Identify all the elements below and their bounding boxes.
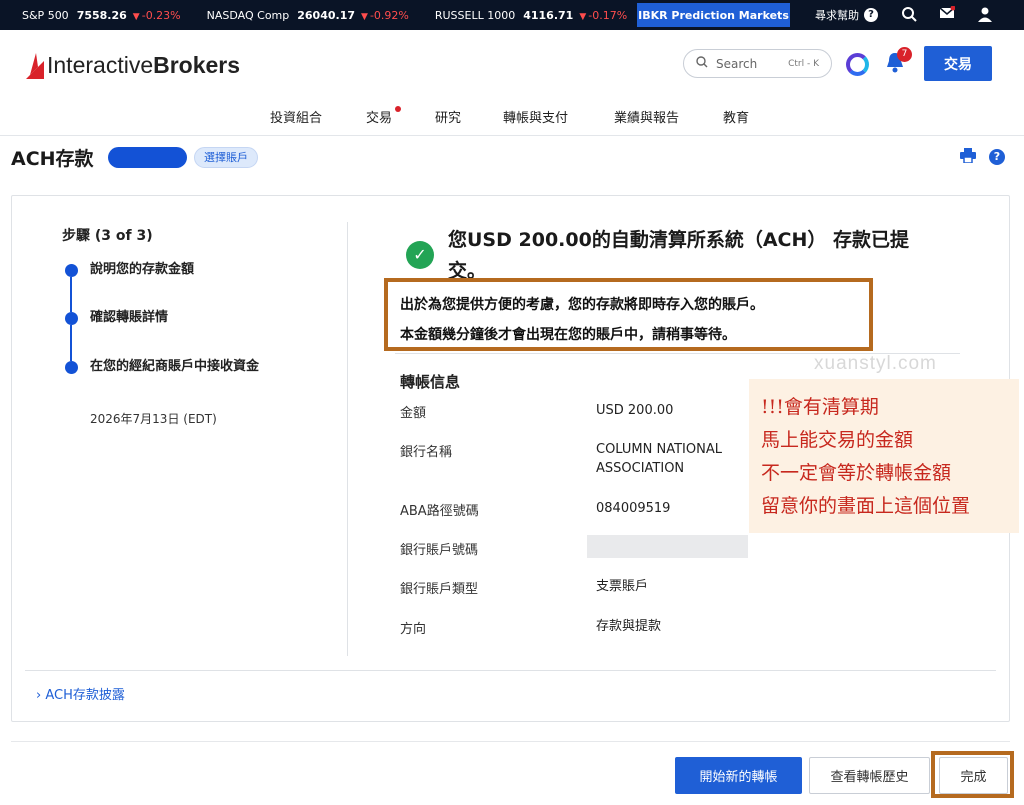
nav-performance[interactable]: 業績與報告 (614, 107, 679, 126)
row-value-bank-name: COLUMN NATIONAL ASSOCIATION (596, 442, 722, 476)
help-label: 尋求幫助 (815, 9, 859, 22)
masked-account-number (587, 535, 748, 558)
annotation-line-3: 不一定會等於轉帳金額 (761, 462, 952, 484)
ticker-value: 4116.71 (523, 8, 574, 22)
row-label-amount: 金額 (400, 406, 427, 421)
nav-trade[interactable]: 交易 (366, 107, 392, 126)
step-label-3: 在您的經紀商賬戶中接收資金 (90, 359, 260, 374)
ticker-sp500[interactable]: S&P 500 7558.26 -0.23% (22, 9, 181, 22)
row-label-account-number: 銀行賬戶號碼 (400, 543, 479, 558)
print-icon[interactable] (960, 148, 976, 167)
instant-credit-notice: 出於為您提供方便的考慮，您的存款將即時存入您的賬戶。 本金額幾分鐘後才會出現在您… (384, 278, 873, 351)
row-label-bank-name: 銀行名稱 (400, 445, 453, 460)
nav-education[interactable]: 教育 (723, 107, 749, 126)
step-dot-2 (65, 312, 78, 325)
row-label-direction: 方向 (400, 622, 427, 637)
done-button[interactable]: 完成 (939, 757, 1008, 794)
annotation-line-2: 馬上能交易的金額 (761, 429, 914, 451)
row-label-account-type: 銀行賬戶類型 (400, 582, 479, 597)
notice-line-2: 本金額幾分鐘後才會出現在您的賬戶中，請稍事等待。 (400, 327, 736, 343)
ticker-name: NASDAQ Comp (206, 8, 290, 22)
disclosure-label: ACH存款披露 (45, 688, 125, 703)
ticker-value: 7558.26 (76, 8, 127, 22)
annotation-line-4: 留意你的畫面上這個位置 (761, 495, 971, 517)
nav-portfolio[interactable]: 投資組合 (270, 107, 322, 126)
column-divider (347, 222, 348, 656)
step-connector (70, 277, 72, 312)
ticker-name: RUSSELL 1000 (434, 8, 516, 22)
step-label-2: 確認轉賬詳情 (90, 310, 169, 325)
logo-text-bold: Brokers (153, 52, 241, 78)
step-date: 2026年7月13日 (EDT) (90, 412, 217, 426)
step-dot-3 (65, 361, 78, 374)
ticker-change: -0.23% (133, 9, 181, 22)
notification-badge: 7 (897, 47, 912, 62)
account-id-pill[interactable] (108, 147, 187, 168)
main-nav: 投資組合 交易 研究 轉帳與支付 業績與報告 教育 (0, 104, 1024, 128)
chevron-right-icon: › (36, 688, 42, 703)
row-value-account-type: 支票賬戶 (596, 579, 649, 594)
steps-title: 步驟 (3 of 3) (62, 228, 153, 244)
success-check-icon: ✓ (406, 241, 434, 269)
ticker-change: -0.92% (361, 9, 409, 22)
nav-transfer[interactable]: 轉帳與支付 (503, 107, 568, 126)
card-divider (25, 670, 996, 671)
chat-icon[interactable] (900, 6, 918, 24)
question-icon: ? (864, 8, 878, 22)
help-circle-icon[interactable]: ? (989, 149, 1005, 165)
ticker-name: S&P 500 (22, 8, 69, 22)
user-icon[interactable] (976, 6, 994, 24)
nav-research[interactable]: 研究 (435, 107, 461, 126)
ach-disclosure-link[interactable]: › ACH存款披露 (36, 684, 125, 703)
row-label-aba: ABA路徑號碼 (400, 504, 479, 519)
footer-divider (11, 741, 1010, 742)
row-value-aba: 084009519 (596, 501, 671, 516)
mail-icon[interactable] (938, 5, 956, 24)
search-box[interactable]: Search Ctrl - K (683, 49, 832, 78)
row-value-amount: USD 200.00 (596, 403, 674, 418)
annotation-note: !!!會有清算期 馬上能交易的金額 不一定會等於轉帳金額 留意你的畫面上這個位置 (749, 379, 1019, 533)
search-shortcut: Ctrl - K (788, 58, 819, 69)
ticker-change: -0.17% (579, 9, 627, 22)
select-account-button[interactable]: 選擇賬戶 (194, 147, 258, 168)
ticker-nasdaq[interactable]: NASDAQ Comp 26040.17 -0.92% (207, 9, 409, 22)
trade-button[interactable]: 交易 (924, 46, 992, 81)
site-header: Interactive Brokers Search Ctrl - K 7 交易 … (0, 30, 1024, 136)
watermark-text: xuanstyl.com (814, 353, 937, 374)
assistant-ring-icon[interactable] (846, 53, 869, 76)
transfer-info-title: 轉帳信息 (400, 373, 461, 391)
search-placeholder: Search (716, 56, 758, 71)
prediction-markets-button[interactable]: IBKR Prediction Markets (637, 3, 790, 27)
logo-text-light: Interactive (47, 52, 154, 78)
ticker-value: 26040.17 (297, 8, 356, 22)
start-new-transfer-button[interactable]: 開始新的轉帳 (675, 757, 802, 794)
step-label-1: 說明您的存款金額 (90, 262, 195, 277)
page-title: ACH存款 (11, 148, 94, 170)
step-dot-1 (65, 264, 78, 277)
ib-logo-icon (26, 52, 44, 79)
ib-logo[interactable]: Interactive Brokers (26, 52, 240, 79)
help-link[interactable]: 尋求幫助 ? (815, 7, 878, 23)
nav-trade-dot (395, 106, 401, 112)
search-icon (696, 56, 708, 71)
row-value-direction: 存款與提款 (596, 619, 662, 634)
notice-line-1: 出於為您提供方便的考慮，您的存款將即時存入您的賬戶。 (400, 297, 764, 313)
annotation-line-1: !!!會有清算期 (761, 396, 879, 418)
step-connector (70, 325, 72, 361)
view-transfer-history-button[interactable]: 查看轉帳歷史 (809, 757, 930, 794)
ticker-russell[interactable]: RUSSELL 1000 4116.71 -0.17% (435, 9, 627, 22)
